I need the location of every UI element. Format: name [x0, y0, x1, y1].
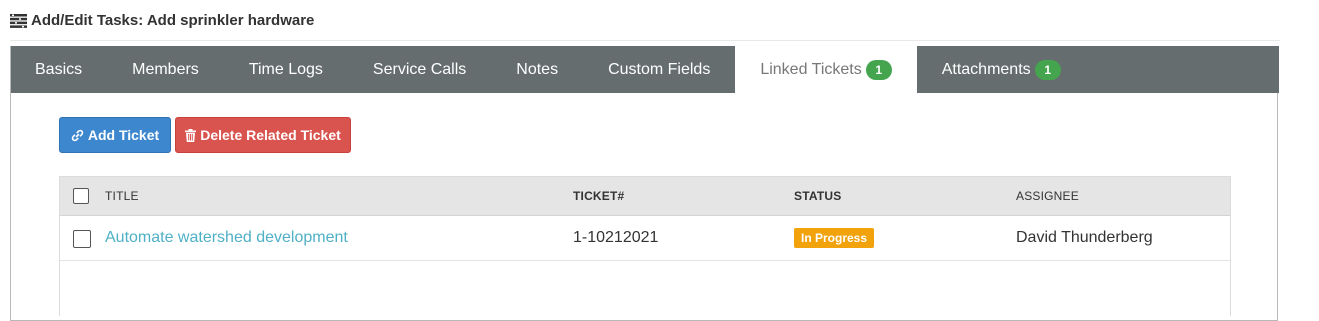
column-header-ticket: TICKET#: [573, 189, 625, 203]
tab-bar: Basics Members Time Logs Service Calls N…: [11, 46, 1279, 93]
link-icon: [71, 129, 84, 141]
ticket-title-link[interactable]: Automate watershed development: [105, 229, 348, 247]
tab-service-calls[interactable]: Service Calls: [348, 46, 491, 93]
ticket-number: 1-10212021: [573, 229, 659, 246]
select-all-checkbox[interactable]: [73, 188, 89, 204]
trash-icon: [185, 128, 197, 142]
column-header-title: TITLE: [105, 189, 139, 203]
count-badge: 1: [1034, 59, 1061, 80]
tab-custom-fields[interactable]: Custom Fields: [583, 46, 735, 93]
tab-label: Time Logs: [248, 60, 323, 78]
tab-label: Members: [132, 60, 199, 78]
tab-label: Basics: [35, 60, 83, 78]
page-header: Add/Edit Tasks: Add sprinkler hardware: [10, 0, 1280, 41]
tab-time-logs[interactable]: Time Logs: [224, 46, 348, 93]
tab-basics[interactable]: Basics: [11, 46, 107, 93]
tasks-list-icon: [10, 13, 27, 28]
tab-members[interactable]: Members: [107, 46, 224, 93]
add-ticket-label: Add Ticket: [87, 127, 160, 143]
delete-related-ticket-button[interactable]: Delete Related Ticket: [175, 117, 351, 153]
add-ticket-button[interactable]: Add Ticket: [59, 117, 171, 153]
count-badge: 1: [865, 59, 892, 80]
tab-notes[interactable]: Notes: [491, 46, 583, 93]
linked-tickets-table: TITLE TICKET# STATUS ASSIGNEE Automate w…: [59, 176, 1231, 316]
status-badge: In Progress: [794, 228, 875, 248]
column-header-assignee: ASSIGNEE: [1016, 189, 1079, 203]
delete-related-ticket-label: Delete Related Ticket: [200, 127, 341, 143]
page-title: Add/Edit Tasks: Add sprinkler hardware: [31, 11, 315, 29]
tab-linked-tickets[interactable]: Linked Tickets 1: [735, 46, 917, 93]
table-header: TITLE TICKET# STATUS ASSIGNEE: [60, 177, 1230, 216]
assignee-name: David Thunderberg: [1016, 229, 1153, 246]
row-checkbox[interactable]: [73, 230, 91, 248]
tab-label: Service Calls: [372, 60, 467, 78]
tab-label: Notes: [516, 60, 559, 78]
tab-attachments[interactable]: Attachments 1: [917, 46, 1086, 93]
column-header-status: STATUS: [794, 189, 842, 203]
tab-label: Linked Tickets: [760, 60, 862, 78]
tab-label: Attachments: [941, 60, 1031, 78]
tab-label: Custom Fields: [608, 60, 711, 78]
table-row: Automate watershed development 1-1021202…: [60, 216, 1230, 261]
